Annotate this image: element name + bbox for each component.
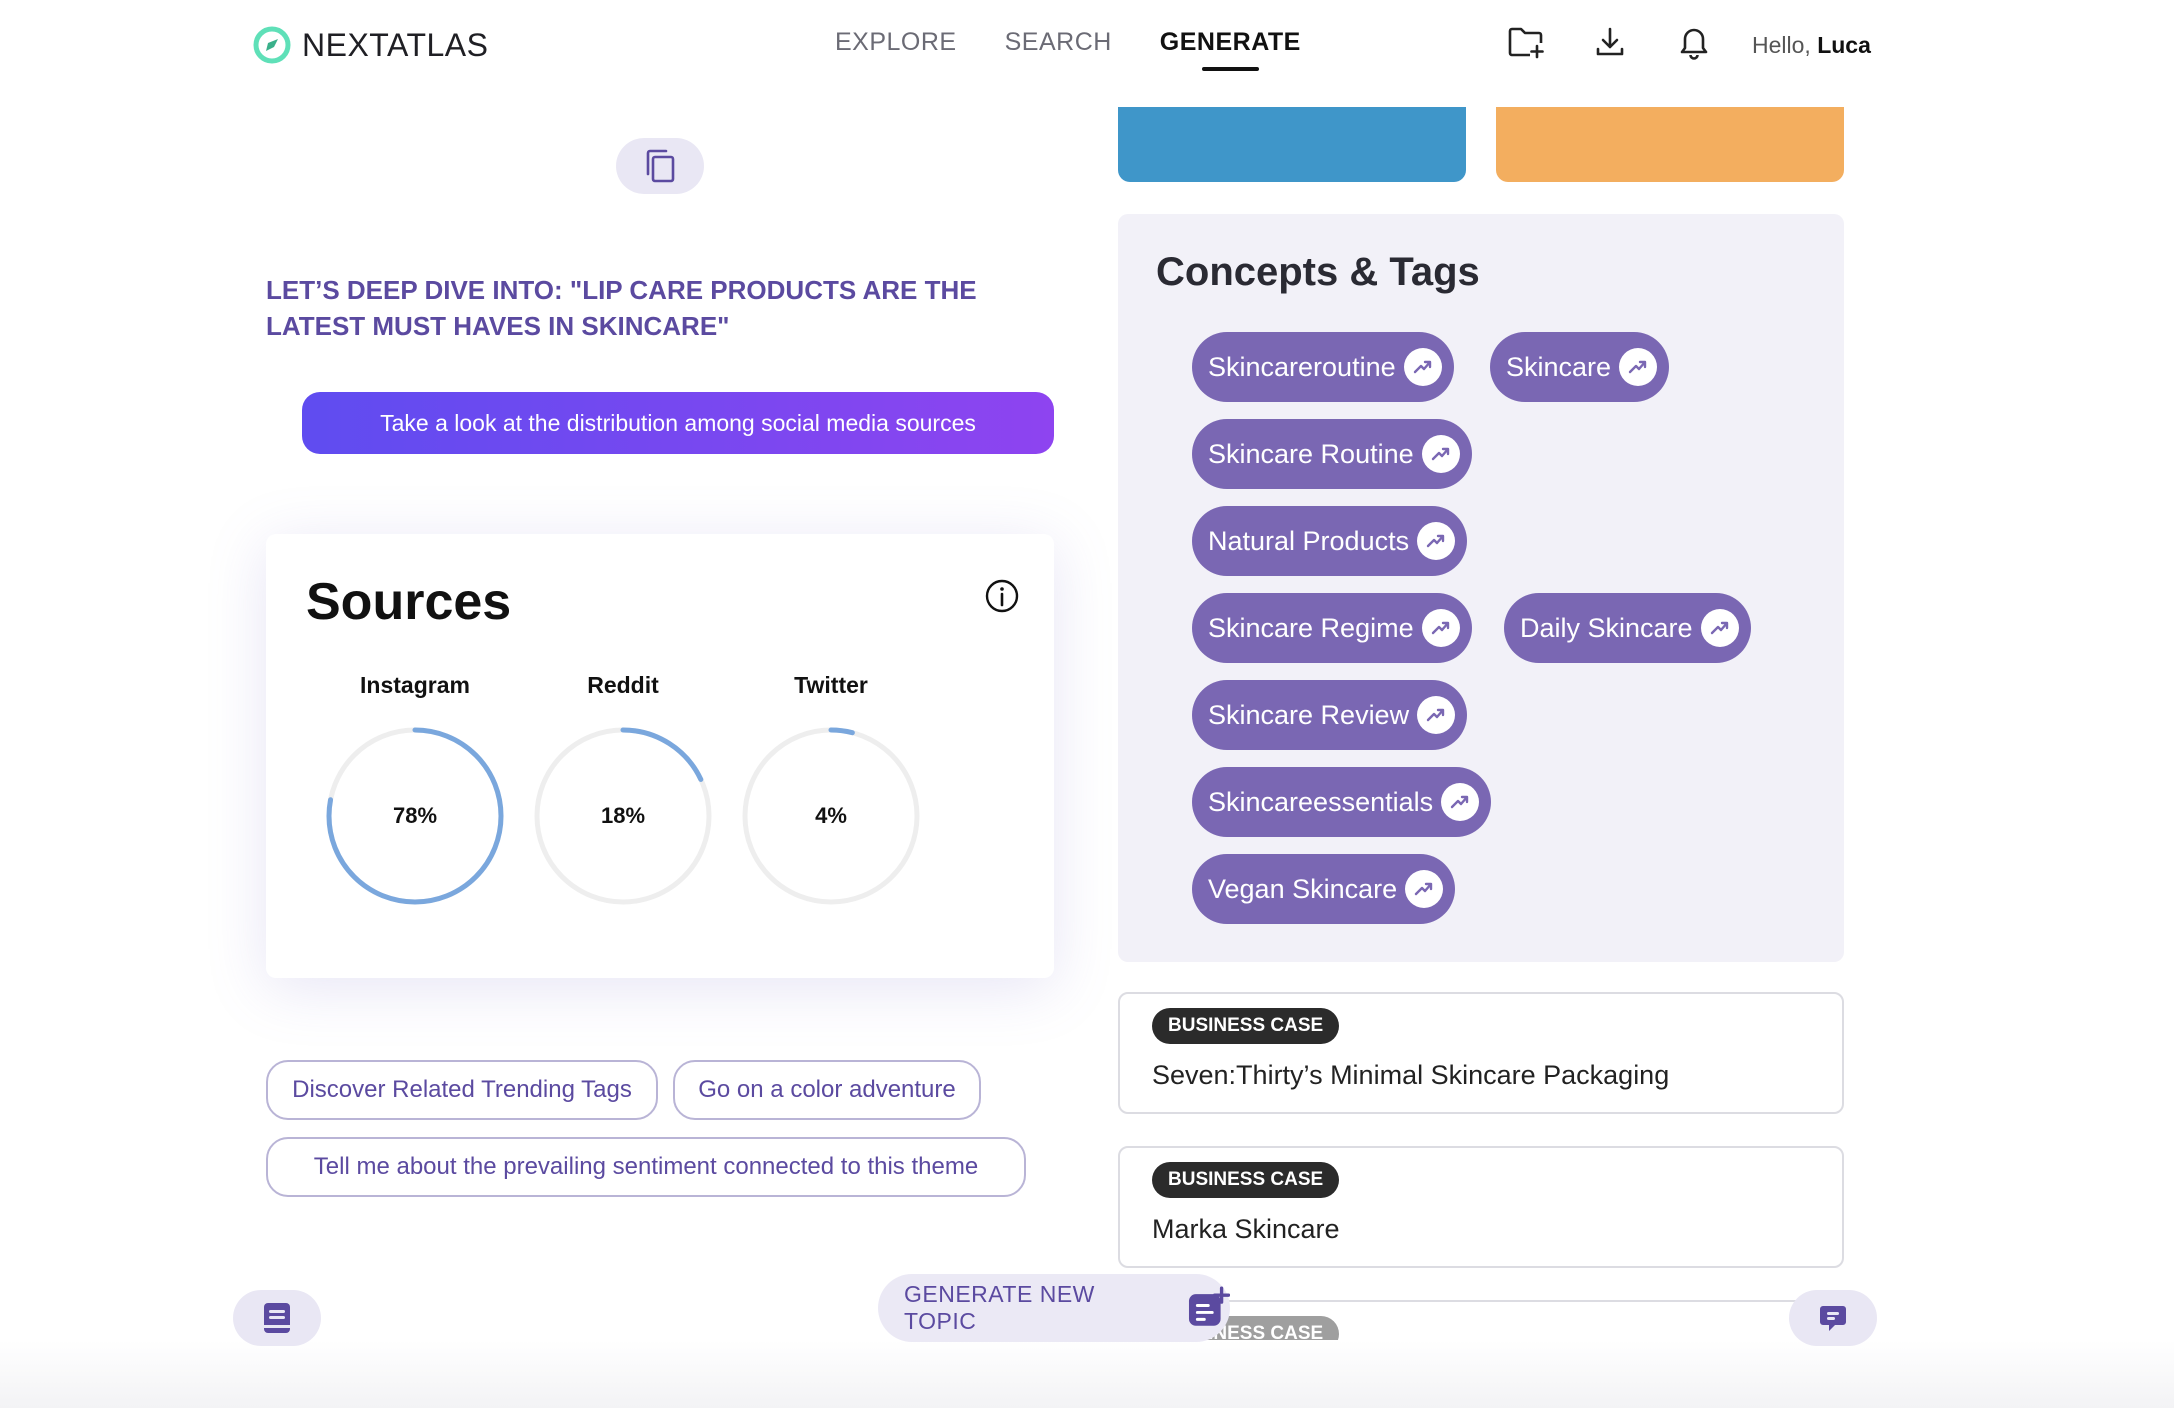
tag-natural-products[interactable]: Natural Products — [1192, 506, 1468, 576]
trend-up-icon — [1421, 609, 1460, 647]
trend-up-icon — [1619, 348, 1658, 386]
header-actions — [1506, 22, 1714, 62]
tag-label: Daily Skincare — [1520, 612, 1693, 643]
sources-title: Sources — [306, 573, 512, 631]
gauge-ring: 18% — [528, 721, 718, 911]
distribution-button[interactable]: Take a look at the distribution among so… — [302, 392, 1054, 454]
greeting-prefix: Hello, — [1752, 32, 1811, 58]
generate-label: GENERATE NEW TOPIC — [904, 1281, 1095, 1334]
tag-skincareroutine[interactable]: Skincareroutine — [1192, 332, 1454, 402]
nav-generate[interactable]: GENERATE — [1160, 28, 1301, 71]
business-case-card[interactable]: BUSINESS CASE Seven:Thirty’s Minimal Ski… — [1118, 992, 1844, 1114]
concepts-panel: Concepts & Tags Skincareroutine Skincare… — [1118, 214, 1844, 962]
main-nav: EXPLORE SEARCH GENERATE — [835, 28, 1301, 71]
nav-search[interactable]: SEARCH — [1005, 28, 1112, 57]
gauge-ring: 4% — [736, 721, 926, 911]
suggestion-sentiment[interactable]: Tell me about the prevailing sentiment c… — [266, 1137, 1026, 1197]
trend-up-icon — [1403, 348, 1442, 386]
bell-icon[interactable] — [1674, 22, 1714, 62]
tag-label: Vegan Skincare — [1208, 873, 1398, 904]
notebook-icon — [264, 1303, 290, 1333]
gauge-value: 18% — [600, 803, 646, 828]
tag-skincare-review[interactable]: Skincare Review — [1192, 680, 1468, 750]
gauge-twitter: Twitter 4% — [736, 672, 926, 911]
gauge-label: Reddit — [587, 672, 659, 698]
trend-up-icon — [1441, 783, 1480, 821]
user-name: Luca — [1817, 32, 1871, 58]
chat-button[interactable] — [1789, 1290, 1877, 1346]
tag-skincareessentials[interactable]: Skincareessentials — [1192, 767, 1492, 837]
tag-skincare-regime[interactable]: Skincare Regime — [1192, 593, 1472, 663]
copy-button[interactable] — [616, 138, 704, 194]
folder-add-icon[interactable] — [1506, 22, 1546, 62]
tag-label: Skincareessentials — [1208, 786, 1434, 817]
business-case-badge: BUSINESS CASE — [1152, 1008, 1340, 1044]
tag-label: Natural Products — [1208, 525, 1410, 556]
suggestion-related-tags[interactable]: Discover Related Trending Tags — [266, 1060, 658, 1120]
trend-up-icon — [1700, 609, 1739, 647]
gauge-instagram: Instagram 78% — [320, 672, 510, 911]
gauge-value: 78% — [392, 803, 438, 828]
business-case-card[interactable]: BUSINESS CASE Marka Skincare — [1118, 1146, 1844, 1268]
chat-icon — [1820, 1306, 1846, 1331]
logo-mark-icon — [253, 26, 291, 64]
trend-up-icon — [1405, 870, 1444, 908]
info-icon[interactable] — [984, 578, 1020, 614]
tag-skincare-routine[interactable]: Skincare Routine — [1192, 419, 1472, 489]
tag-skincare[interactable]: Skincare — [1490, 332, 1670, 402]
gauge-reddit: Reddit 18% — [528, 672, 718, 911]
tag-label: Skincare Routine — [1208, 438, 1414, 469]
trend-up-icon — [1417, 522, 1456, 560]
trend-up-icon — [1421, 435, 1460, 473]
notebook-button[interactable] — [233, 1290, 321, 1346]
tag-label: Skincareroutine — [1208, 351, 1396, 382]
suggestion-color-adventure[interactable]: Go on a color adventure — [673, 1060, 981, 1120]
tag-label: Skincare Review — [1208, 699, 1410, 730]
bottom-fade — [0, 1340, 2174, 1408]
business-case-badge: BUSINESS CASE — [1152, 1162, 1340, 1198]
generate-topic-icon — [1188, 1286, 1230, 1326]
trend-up-icon — [1417, 696, 1456, 734]
tag-label: Skincare Regime — [1208, 612, 1414, 643]
gauge-value: 4% — [815, 803, 847, 828]
business-case-title: Marka Skincare — [1152, 1214, 1340, 1244]
tag-vegan-skincare[interactable]: Vegan Skincare — [1192, 854, 1456, 924]
top-header: NEXTATLAS EXPLORE SEARCH GENERATE Hello,… — [0, 0, 2174, 96]
tag-daily-skincare[interactable]: Daily Skincare — [1504, 593, 1751, 663]
nav-explore[interactable]: EXPLORE — [835, 28, 957, 57]
sources-card: Sources Instagram 78% Reddit 18% Twitter — [266, 534, 1054, 978]
tag-label: Skincare — [1506, 351, 1612, 382]
generate-new-topic-button[interactable]: GENERATE NEW TOPIC — [878, 1274, 1230, 1342]
color-swatch-blue[interactable] — [1118, 107, 1466, 182]
gauge-label: Instagram — [360, 672, 470, 698]
download-icon[interactable] — [1590, 22, 1630, 62]
user-greeting[interactable]: Hello, Luca — [1752, 32, 1871, 59]
gauge-ring: 78% — [320, 721, 510, 911]
deep-dive-heading: LET’S DEEP DIVE INTO: "LIP CARE PRODUCTS… — [266, 275, 977, 341]
copy-icon — [646, 149, 675, 183]
logo[interactable]: NEXTATLAS — [252, 25, 488, 65]
gauge-label: Twitter — [794, 672, 868, 698]
logo-text: NEXTATLAS — [302, 26, 489, 63]
color-swatch-orange[interactable] — [1496, 107, 1844, 182]
business-case-title: Seven:Thirty’s Minimal Skincare Packagin… — [1152, 1060, 1670, 1090]
concepts-title: Concepts & Tags — [1156, 250, 1480, 294]
